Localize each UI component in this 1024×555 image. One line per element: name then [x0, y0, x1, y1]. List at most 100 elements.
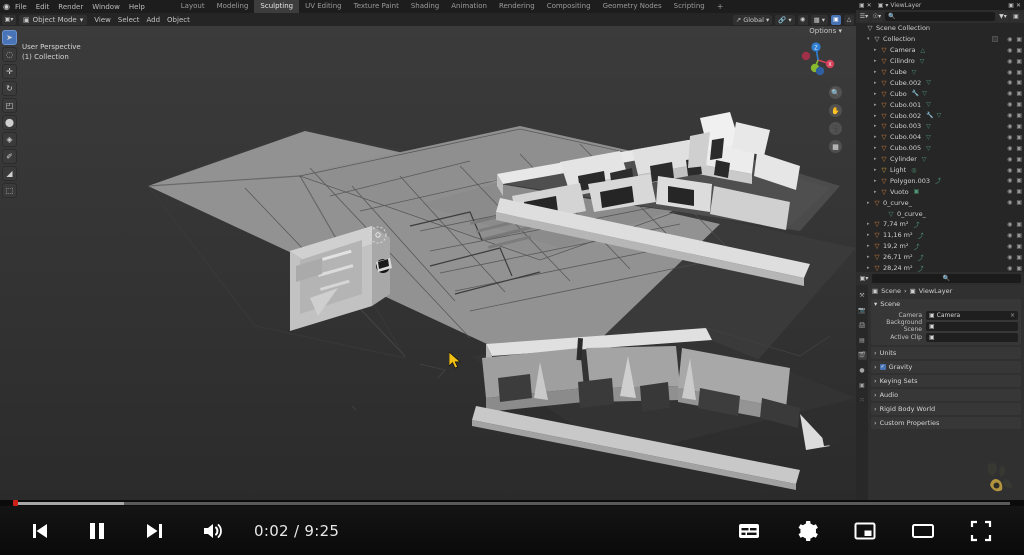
3d-viewport[interactable]: User Perspective (1) Collection ➤ ◌ ✛ ↻ ◰ ⬤ ◈ ✐…	[0, 26, 856, 500]
snap-toggle[interactable]: 🔗 ▾	[775, 14, 795, 25]
camera-icon[interactable]: ▣	[1016, 232, 1022, 239]
outliner-restriction-toggles[interactable]: ◉ ▣	[1007, 265, 1022, 272]
outliner-restriction-toggles[interactable]: ◉ ▣	[1007, 188, 1022, 195]
camera-icon[interactable]: ▣	[1016, 90, 1022, 97]
close-icon[interactable]: ✕	[1016, 2, 1021, 9]
properties-section-gravity[interactable]: › ✓ Gravity	[871, 361, 1021, 373]
scene-panel-header[interactable]: ▾ Scene	[871, 299, 1021, 309]
outliner-row[interactable]: ▸ ▽ 26,71 m² ⤴ ◉ ▣	[856, 252, 1024, 263]
add-workspace-button[interactable]: +	[717, 2, 724, 11]
outliner-row[interactable]: ▸ ▽ Cube ▽ ◉ ▣	[856, 67, 1024, 78]
outliner-restriction-toggles[interactable]: ◉ ▣	[1007, 79, 1022, 86]
properties-section-units[interactable]: › Units	[871, 347, 1021, 359]
render-tab[interactable]: 📷	[858, 306, 867, 315]
particles-tab[interactable]: ⁙	[858, 396, 867, 405]
outliner-row[interactable]: ▸ ▽ Cubo.002 🔧 ▽ ◉ ▣	[856, 110, 1024, 121]
outliner-restriction-toggles[interactable]: ◉ ▣	[1007, 199, 1022, 206]
outliner-row[interactable]: ▸ ▽ Cilindro ▽ ◉ ▣	[856, 56, 1024, 67]
outliner-restriction-toggles[interactable]: ◉ ▣	[1007, 112, 1022, 119]
theater-button[interactable]	[894, 506, 952, 555]
video-frame[interactable]: ◉ File Edit Render Window Help Layout Modelin…	[0, 0, 1024, 500]
next-button[interactable]	[126, 506, 184, 555]
eye-icon[interactable]: ◉	[1007, 254, 1012, 261]
world-tab[interactable]: ●	[858, 366, 867, 375]
outliner-row[interactable]: ▸ ▽ 0_curve_ ◉ ▣	[856, 197, 1024, 208]
eye-icon[interactable]: ◉	[1007, 79, 1012, 86]
properties-section-audio[interactable]: › Audio	[871, 389, 1021, 401]
outliner-row[interactable]: ▸ ▽ Cubo.005 ▽ ◉ ▣	[856, 143, 1024, 154]
viewport-menu-view[interactable]: View	[94, 16, 111, 24]
workspace-tab-scripting[interactable]: Scripting	[668, 0, 711, 13]
scene-tab[interactable]: 🎬	[857, 351, 867, 360]
topbar-menu-help[interactable]: Help	[129, 3, 145, 11]
camera-nav-icon[interactable]: 🎥	[829, 122, 842, 135]
volume-button[interactable]	[184, 506, 242, 555]
camera-icon[interactable]: ▣	[1016, 167, 1022, 174]
outliner-restriction-toggles[interactable]: ◉ ▣	[1007, 156, 1022, 163]
workspace-tab-geometry-nodes[interactable]: Geometry Nodes	[597, 0, 668, 13]
field-value-background-scene[interactable]: ▣	[926, 321, 1018, 331]
camera-icon[interactable]: ▣	[1016, 101, 1022, 108]
viewport-options-dropdown[interactable]: Options ▾	[809, 27, 842, 35]
eye-icon[interactable]: ◉	[1007, 101, 1012, 108]
outliner-restriction-toggles[interactable]: ◉ ▣	[1007, 101, 1022, 108]
object-tab[interactable]: ▣	[858, 381, 867, 390]
clear-icon[interactable]: ×	[1010, 312, 1015, 319]
field-value-active-clip[interactable]: ▣	[926, 332, 1018, 342]
camera-icon[interactable]: ▣	[1016, 265, 1022, 272]
workspace-tab-layout[interactable]: Layout	[175, 0, 211, 13]
eye-icon[interactable]: ◉	[1007, 188, 1012, 195]
camera-icon[interactable]: ▣	[1016, 243, 1022, 250]
eye-icon[interactable]: ◉	[1007, 58, 1012, 65]
camera-icon[interactable]: ▣	[1016, 134, 1022, 141]
outliner-display-mode-dropdown[interactable]: ☰▾	[859, 11, 869, 22]
workspace-tab-modeling[interactable]: Modeling	[211, 0, 255, 13]
outliner-restriction-toggles[interactable]: ◉ ▣	[1007, 232, 1022, 239]
topbar-menu-window[interactable]: Window	[92, 3, 120, 11]
eye-icon[interactable]: ◉	[1007, 221, 1012, 228]
viewport-menu-object[interactable]: Object	[167, 16, 190, 24]
outliner-editor[interactable]: ▣ ✕ ▣ ▾ ViewLayer ▣ ✕ ☰▾ ☉▾ 🔍 ▼▾ ▣ ▽ Sce…	[856, 0, 1024, 272]
properties-search-input[interactable]: 🔍	[872, 274, 1021, 283]
outliner-restriction-toggles[interactable]: ◉ ▣	[1007, 47, 1022, 54]
eye-icon[interactable]: ◉	[1007, 36, 1012, 43]
outliner-row[interactable]: ▸ ▽ 7,74 m² ⤴ ◉ ▣	[856, 219, 1024, 230]
tool-tab[interactable]: ⚒	[858, 291, 867, 300]
camera-icon[interactable]: ▣	[1016, 69, 1022, 76]
eye-icon[interactable]: ◉	[1007, 156, 1012, 163]
measure-tool[interactable]: ◢	[2, 166, 17, 181]
outliner-restriction-toggles[interactable]: ◉ ▣	[1007, 69, 1022, 76]
viewlayer-tab[interactable]: ▤	[858, 336, 867, 345]
viewport-menu-select[interactable]: Select	[118, 16, 140, 24]
outliner-row[interactable]: ▸ ▽ Cubo.003 ▽ ◉ ▣	[856, 121, 1024, 132]
eye-icon[interactable]: ◉	[1007, 243, 1012, 250]
workspace-tab-compositing[interactable]: Compositing	[541, 0, 597, 13]
outliner-restrict-icon[interactable]: ▣	[1011, 11, 1021, 22]
outliner-restriction-toggles[interactable]: ◉ ▣	[1007, 90, 1022, 97]
workspace-tab-sculpting[interactable]: Sculpting	[254, 0, 300, 13]
workspace-tab-texture-paint[interactable]: Texture Paint	[348, 0, 405, 13]
rotate-tool[interactable]: ↻	[2, 81, 17, 96]
camera-icon[interactable]: ▣	[1016, 221, 1022, 228]
miniplayer-button[interactable]	[836, 506, 894, 555]
workspace-tab-shading[interactable]: Shading	[405, 0, 445, 13]
camera-icon[interactable]: ▣	[1016, 188, 1022, 195]
section-checkbox[interactable]: ✓	[879, 364, 886, 370]
outliner-row[interactable]: ▾ ▽ Collection ◉ ▣	[856, 34, 1024, 45]
scale-tool[interactable]: ◰	[2, 98, 17, 113]
outliner-row[interactable]: ▽ 0_curve_	[856, 208, 1024, 219]
output-tab[interactable]: 🖨	[858, 321, 867, 330]
pause-button[interactable]	[68, 506, 126, 555]
camera-icon[interactable]: ▣	[1016, 79, 1022, 86]
breadcrumb-viewlayer[interactable]: ViewLayer	[919, 287, 953, 295]
camera-icon[interactable]: ▣	[1016, 177, 1022, 184]
breadcrumb-scene[interactable]: Scene	[881, 287, 901, 295]
progress-bar-track[interactable]	[14, 502, 1010, 505]
snap-dropdown[interactable]: ▦ ▾	[810, 14, 828, 25]
outliner-row[interactable]: ▸ ▽ Light ◎ ◉ ▣	[856, 165, 1024, 176]
outliner-restriction-toggles[interactable]: ◉ ▣	[1007, 123, 1022, 130]
object-mode-dropdown[interactable]: ▣ Object Mode ▾	[19, 14, 88, 25]
eye-icon[interactable]: ◉	[1007, 167, 1012, 174]
outliner-row[interactable]: ▸ ▽ Cylinder ▽ ◉ ▣	[856, 154, 1024, 165]
outliner-row[interactable]: ▸ ▽ Cubo.004 ▽ ◉ ▣	[856, 132, 1024, 143]
